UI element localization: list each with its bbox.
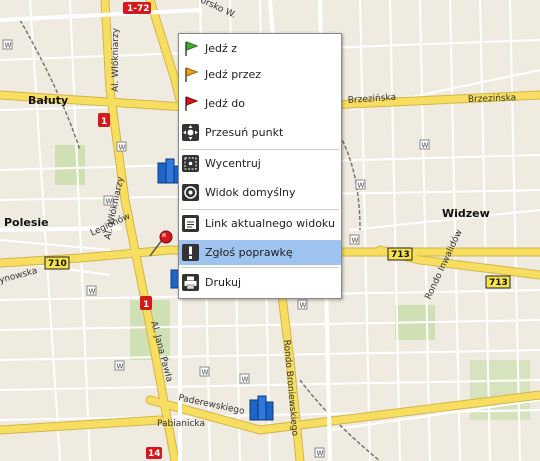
svg-text:W: W (358, 182, 365, 190)
svg-text:1-72: 1-72 (127, 4, 150, 14)
menu-item-label: Link aktualnego widoku (205, 217, 335, 230)
green-flag-icon (182, 40, 199, 57)
menu-separator (181, 209, 339, 210)
svg-text:W: W (317, 450, 324, 458)
menu-item-label: Zgłoś poprawkę (205, 246, 293, 259)
menu-item-label: Jedź przez (205, 68, 262, 81)
menu-item-default-view[interactable]: Widok domyślny (179, 180, 341, 205)
svg-text:W: W (422, 142, 429, 150)
svg-text:1: 1 (101, 117, 107, 127)
menu-item-drive-from[interactable]: Jedź z (179, 36, 341, 61)
menu-item-label: Widok domyślny (205, 186, 296, 199)
route-shield-713-b: 713 (485, 275, 511, 289)
menu-item-label: Jedź do (205, 97, 245, 110)
svg-text:W: W (106, 198, 113, 206)
red-flag-icon (182, 95, 199, 112)
menu-item-center[interactable]: Wycentruj (179, 151, 341, 176)
svg-text:W: W (202, 369, 209, 377)
menu-item-label: Przesuń punkt (205, 126, 284, 139)
print-icon (182, 274, 199, 291)
svg-text:710: 710 (48, 259, 67, 269)
link-icon (182, 215, 199, 232)
menu-item-label: Wycentruj (205, 157, 261, 170)
street-label-wlokniarzy-top: Al. Włókniarzy (110, 27, 121, 92)
route-shield-713-a: 713 (387, 247, 413, 261)
center-icon (182, 155, 199, 172)
svg-text:713: 713 (489, 278, 508, 288)
svg-text:W: W (119, 144, 126, 152)
menu-item-drive-via[interactable]: Jedź przez (179, 62, 341, 87)
district-label-widzew: Widzew (442, 207, 490, 220)
move-point-icon (182, 124, 199, 141)
menu-item-move-point[interactable]: Przesuń punkt (179, 120, 341, 145)
route-shield-710: 710 (44, 256, 70, 270)
menu-item-label: Jedź z (205, 42, 238, 55)
default-view-icon (182, 184, 199, 201)
district-label-baluty: Bałuty (28, 94, 68, 107)
menu-separator (181, 149, 339, 150)
route-shield-a1-top: 1-72 (123, 2, 151, 14)
svg-text:713: 713 (391, 250, 410, 260)
street-label-pabianicka: Pabianicka (157, 419, 205, 429)
route-shield-14: 14 (146, 447, 162, 459)
svg-text:14: 14 (148, 449, 161, 459)
svg-text:W: W (89, 288, 96, 296)
svg-text:W: W (117, 363, 124, 371)
menu-item-label: Drukuj (205, 276, 242, 289)
svg-text:W: W (300, 302, 307, 310)
svg-text:W: W (352, 237, 359, 245)
menu-item-drive-to[interactable]: Jedź do (179, 91, 341, 116)
svg-text:1: 1 (143, 300, 149, 310)
district-label-polesie: Polesie (4, 216, 49, 229)
report-icon (182, 244, 199, 261)
map-viewport[interactable]: Bałuty Polesie Widzew Al. Włókniarzy Al.… (0, 0, 540, 461)
context-menu: Jedź z Jedź przez Jedź do Przesuń punkt (178, 33, 342, 299)
street-label-brzezinska-2: Brzezińska (468, 93, 517, 105)
svg-text:W: W (242, 376, 249, 384)
menu-item-print[interactable]: Drukuj (179, 270, 341, 295)
menu-item-link-current-view[interactable]: Link aktualnego widoku (179, 211, 341, 236)
svg-text:W: W (5, 42, 12, 50)
menu-separator (181, 267, 339, 268)
orange-flag-icon (182, 66, 199, 83)
menu-item-report-correction[interactable]: Zgłoś poprawkę (179, 240, 341, 265)
route-shield-1-a: 1 (98, 113, 110, 127)
route-shield-1-b: 1 (140, 296, 152, 310)
